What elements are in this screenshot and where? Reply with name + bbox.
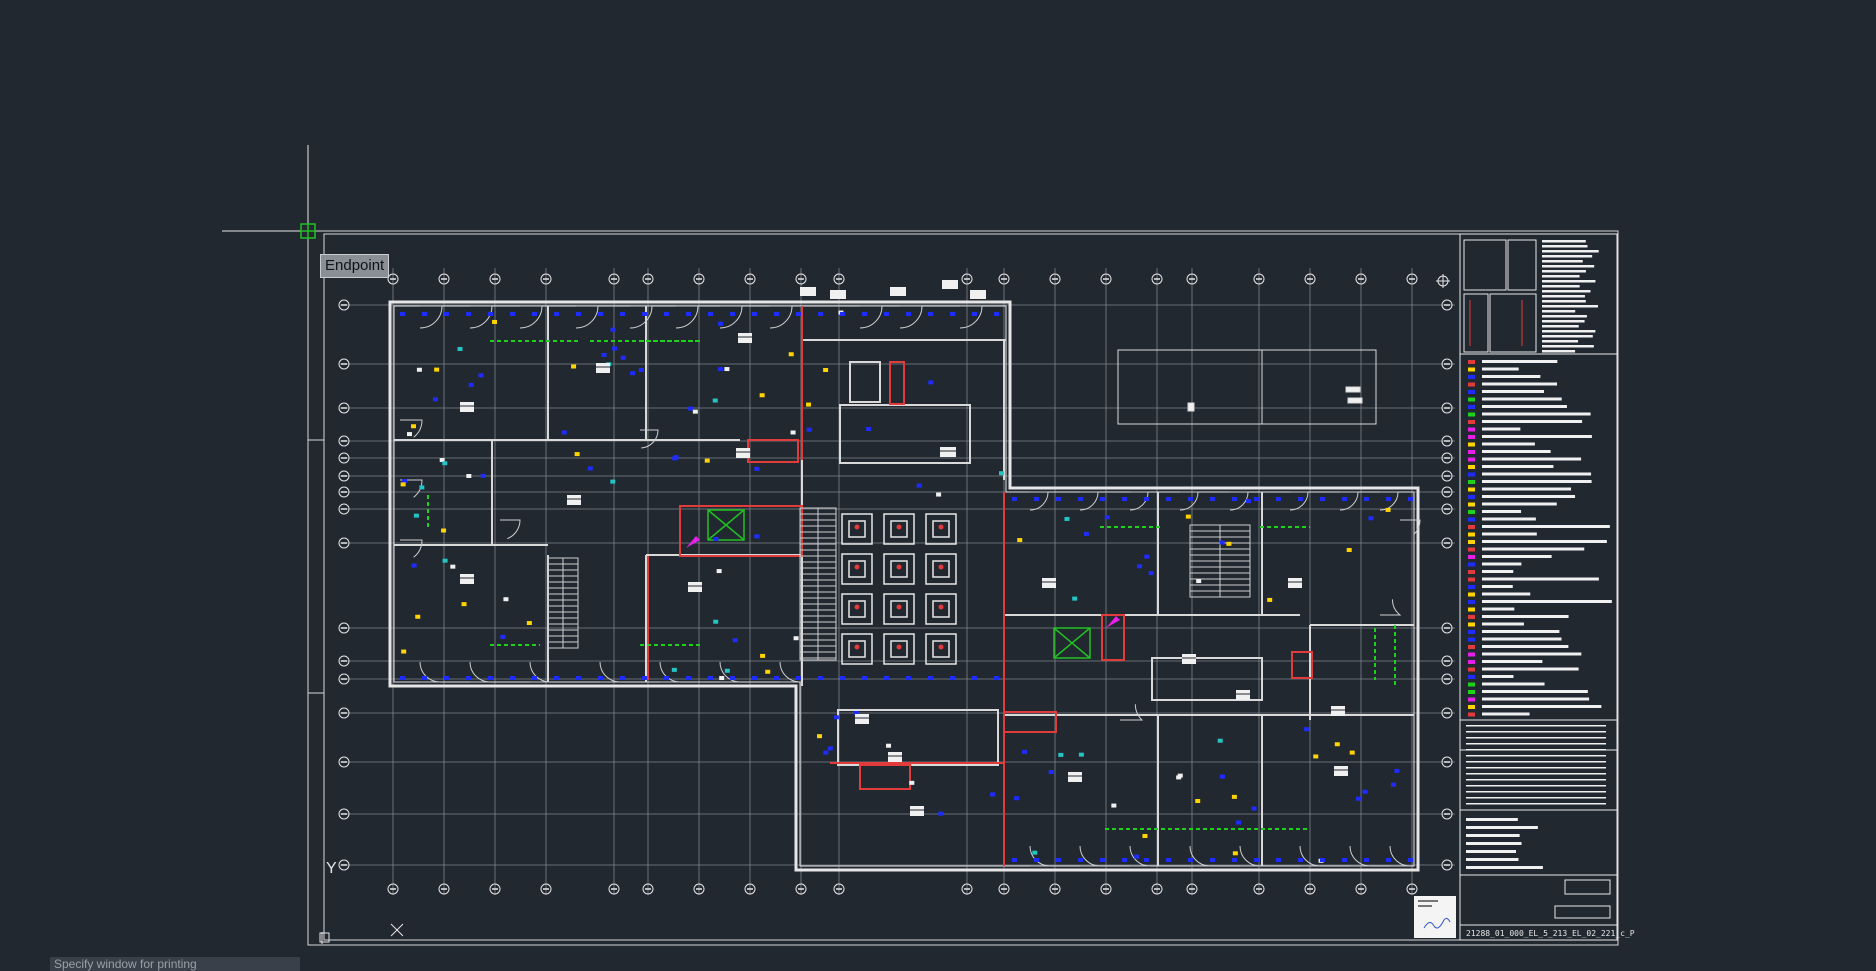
drawing-canvas[interactable]: Y xyxy=(0,0,1876,968)
osnap-tooltip: Endpoint xyxy=(320,254,390,278)
room-tags xyxy=(460,280,1348,816)
north-arrow-icon xyxy=(1436,274,1450,288)
key-plan xyxy=(1463,239,1537,353)
signature-stamp-icon xyxy=(1414,896,1456,938)
osnap-endpoint-marker-icon xyxy=(300,223,316,239)
ucs-icon xyxy=(319,923,404,944)
ucs-y-label: Y xyxy=(326,860,337,877)
column-grid-squares xyxy=(707,509,1091,665)
sheet-number: 21288_01_000_EL_5_213_EL_02_221_c_P xyxy=(1466,929,1635,938)
sheet-border xyxy=(307,230,1619,946)
fire-rated-walls xyxy=(647,306,1313,866)
command-line[interactable]: Specify window for printing xyxy=(50,957,300,971)
